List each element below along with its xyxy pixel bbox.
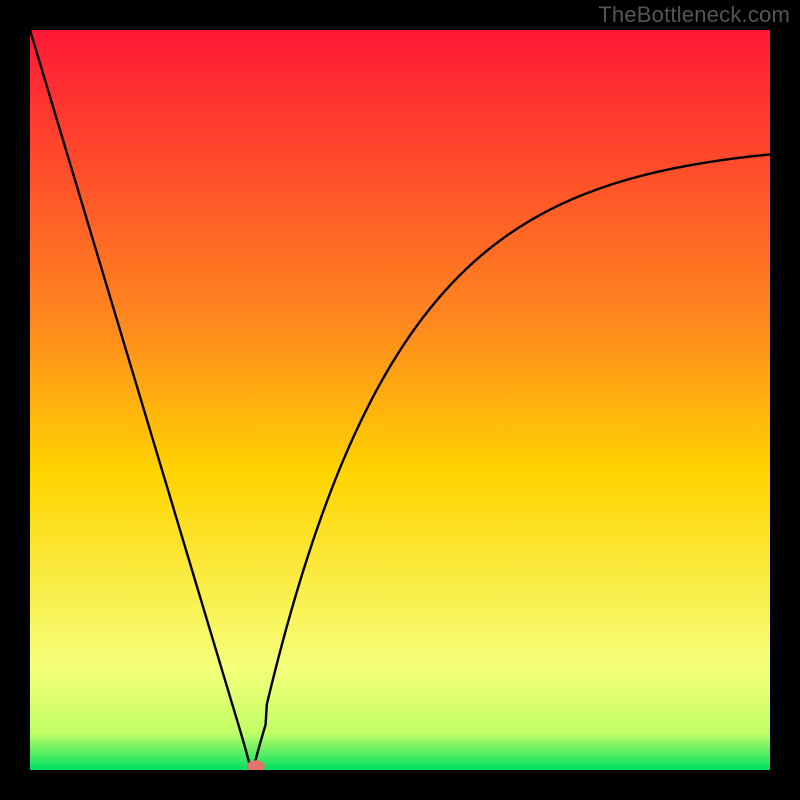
chart-frame: TheBottleneck.com	[0, 0, 800, 800]
watermark-text: TheBottleneck.com	[598, 2, 790, 28]
chart-svg	[30, 30, 770, 770]
plot-area	[30, 30, 770, 770]
